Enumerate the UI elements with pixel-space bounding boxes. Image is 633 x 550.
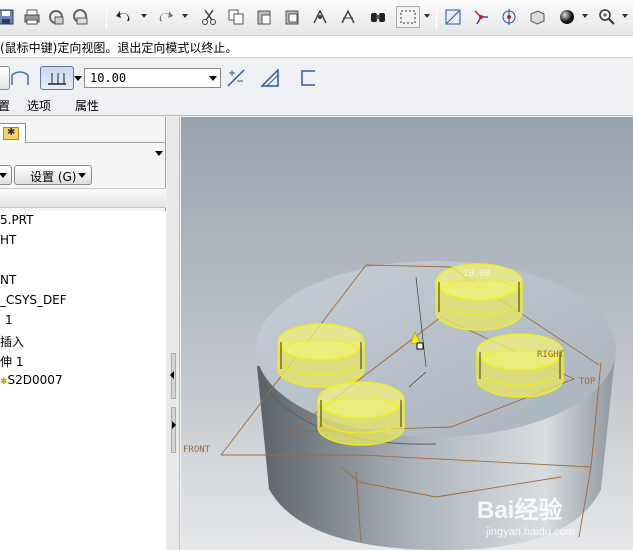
extrude-dashboard: 10.00 bbox=[0, 58, 633, 96]
feature-boss-left[interactable] bbox=[277, 323, 365, 388]
tree-item-label: 5.PRT bbox=[0, 213, 34, 227]
navigator-panel: ✱ 设置 (G) 5.PRT HT NT _CSYS_DEF 1 插入 伸 1 … bbox=[0, 117, 166, 550]
tree-item-label: 1 bbox=[5, 313, 13, 327]
datum-display-icon[interactable] bbox=[443, 6, 463, 28]
tree-item[interactable]: 1 bbox=[5, 313, 13, 331]
chevron-down-icon bbox=[0, 173, 7, 178]
watermark-url: jingyan.baidu.com bbox=[485, 526, 575, 538]
datum-axes-icon[interactable] bbox=[471, 6, 491, 28]
tree-item-label: S2D0007 bbox=[7, 373, 63, 387]
regenerate-manager-icon[interactable] bbox=[338, 6, 358, 28]
paste-icon[interactable] bbox=[254, 6, 274, 28]
tree-item-label: 插入 bbox=[0, 335, 25, 349]
save-icon[interactable] bbox=[0, 6, 16, 28]
redo-icon[interactable] bbox=[155, 6, 175, 28]
chevron-down-icon bbox=[78, 173, 86, 178]
spin-center-icon[interactable] bbox=[499, 6, 519, 28]
model-tree: 5.PRT HT NT _CSYS_DEF 1 插入 伸 1 ✱S2D0007 bbox=[0, 211, 166, 550]
copy-icon[interactable] bbox=[226, 6, 246, 28]
extrude-surface-icon[interactable] bbox=[9, 67, 31, 89]
find-icon[interactable] bbox=[368, 6, 388, 28]
print-icon[interactable] bbox=[22, 6, 42, 28]
depth-value-combo[interactable]: 10.00 bbox=[84, 68, 221, 88]
tree-item[interactable]: HT bbox=[0, 233, 16, 251]
blind-depth-icon[interactable] bbox=[40, 66, 82, 90]
remove-material-icon[interactable] bbox=[259, 67, 281, 89]
settings-label: 设置 (G) bbox=[30, 170, 77, 184]
tree-item[interactable]: _CSYS_DEF bbox=[0, 293, 67, 311]
sketch-icon: ✱ bbox=[0, 377, 8, 387]
expand-icon[interactable] bbox=[172, 421, 176, 429]
cut-icon[interactable] bbox=[199, 6, 219, 28]
tab-options[interactable]: 选项 bbox=[27, 97, 51, 114]
collapse-icon[interactable] bbox=[170, 371, 174, 379]
panel-splitter[interactable] bbox=[167, 117, 180, 550]
tree-item-label: 伸 1 bbox=[0, 355, 24, 369]
depth-value: 10.00 bbox=[90, 71, 127, 85]
chevron-down-icon[interactable] bbox=[155, 151, 163, 156]
dashboard-tabs: 置 选项 属性 bbox=[0, 96, 633, 116]
regenerate-icon[interactable] bbox=[310, 6, 330, 28]
message-text: (鼠标中键)定向视图。退出定向模式以终止。 bbox=[0, 41, 238, 55]
copy-window-icon[interactable] bbox=[70, 6, 90, 28]
select-box-icon[interactable] bbox=[396, 6, 420, 28]
watermark-brand: Bai经验 bbox=[477, 496, 562, 524]
datum-label-right: RIGHT bbox=[537, 350, 565, 360]
folder-tab[interactable]: ✱ bbox=[0, 123, 26, 143]
send-icon[interactable] bbox=[46, 6, 66, 28]
tree-item-label: _CSYS_DEF bbox=[0, 293, 67, 307]
tree-item[interactable]: 插入 bbox=[0, 333, 24, 351]
tab-properties[interactable]: 属性 bbox=[75, 97, 99, 114]
paste-special-icon[interactable] bbox=[282, 6, 302, 28]
feature-boss-right[interactable] bbox=[476, 333, 564, 398]
tree-column-header bbox=[0, 188, 166, 208]
tree-item-label: NT bbox=[0, 273, 17, 287]
flip-direction-icon[interactable] bbox=[225, 67, 247, 89]
model-view: 10.00 RIGHT TOP FRONT Bai经验 jingyan.baid… bbox=[183, 261, 616, 550]
tree-item[interactable]: NT bbox=[0, 273, 16, 291]
tree-item[interactable]: ✱S2D0007 bbox=[0, 373, 63, 391]
graphics-window[interactable]: 10.00 RIGHT TOP FRONT Bai经验 jingyan.baid… bbox=[181, 117, 633, 550]
tab-placement[interactable]: 置 bbox=[0, 97, 10, 114]
tree-item[interactable]: 5.PRT bbox=[0, 213, 33, 231]
main-toolbar bbox=[0, 0, 633, 36]
orient-icon[interactable] bbox=[527, 6, 547, 28]
folder-icon: ✱ bbox=[3, 127, 19, 140]
thicken-icon[interactable] bbox=[297, 67, 319, 89]
undo-icon[interactable] bbox=[114, 6, 134, 28]
message-area: (鼠标中键)定向视图。退出定向模式以终止。 bbox=[0, 36, 633, 58]
chevron-down-icon[interactable] bbox=[209, 76, 217, 81]
show-button[interactable] bbox=[0, 165, 12, 185]
settings-button[interactable]: 设置 (G) bbox=[14, 165, 92, 185]
dimension-label[interactable]: 10.00 bbox=[463, 269, 490, 279]
feature-boss-bottom[interactable] bbox=[317, 381, 405, 446]
panel-dropdown[interactable] bbox=[0, 147, 166, 161]
datum-label-top: TOP bbox=[579, 377, 596, 387]
splitter-grip[interactable] bbox=[171, 407, 176, 453]
zoom-in-icon[interactable] bbox=[597, 6, 617, 28]
tree-item-label: HT bbox=[0, 233, 17, 247]
datum-label-front: FRONT bbox=[183, 445, 211, 455]
tree-item[interactable]: 伸 1 bbox=[0, 353, 23, 371]
baidu-watermark: Bai经验 jingyan.baidu.com bbox=[477, 496, 575, 538]
shading-icon[interactable] bbox=[557, 6, 577, 28]
